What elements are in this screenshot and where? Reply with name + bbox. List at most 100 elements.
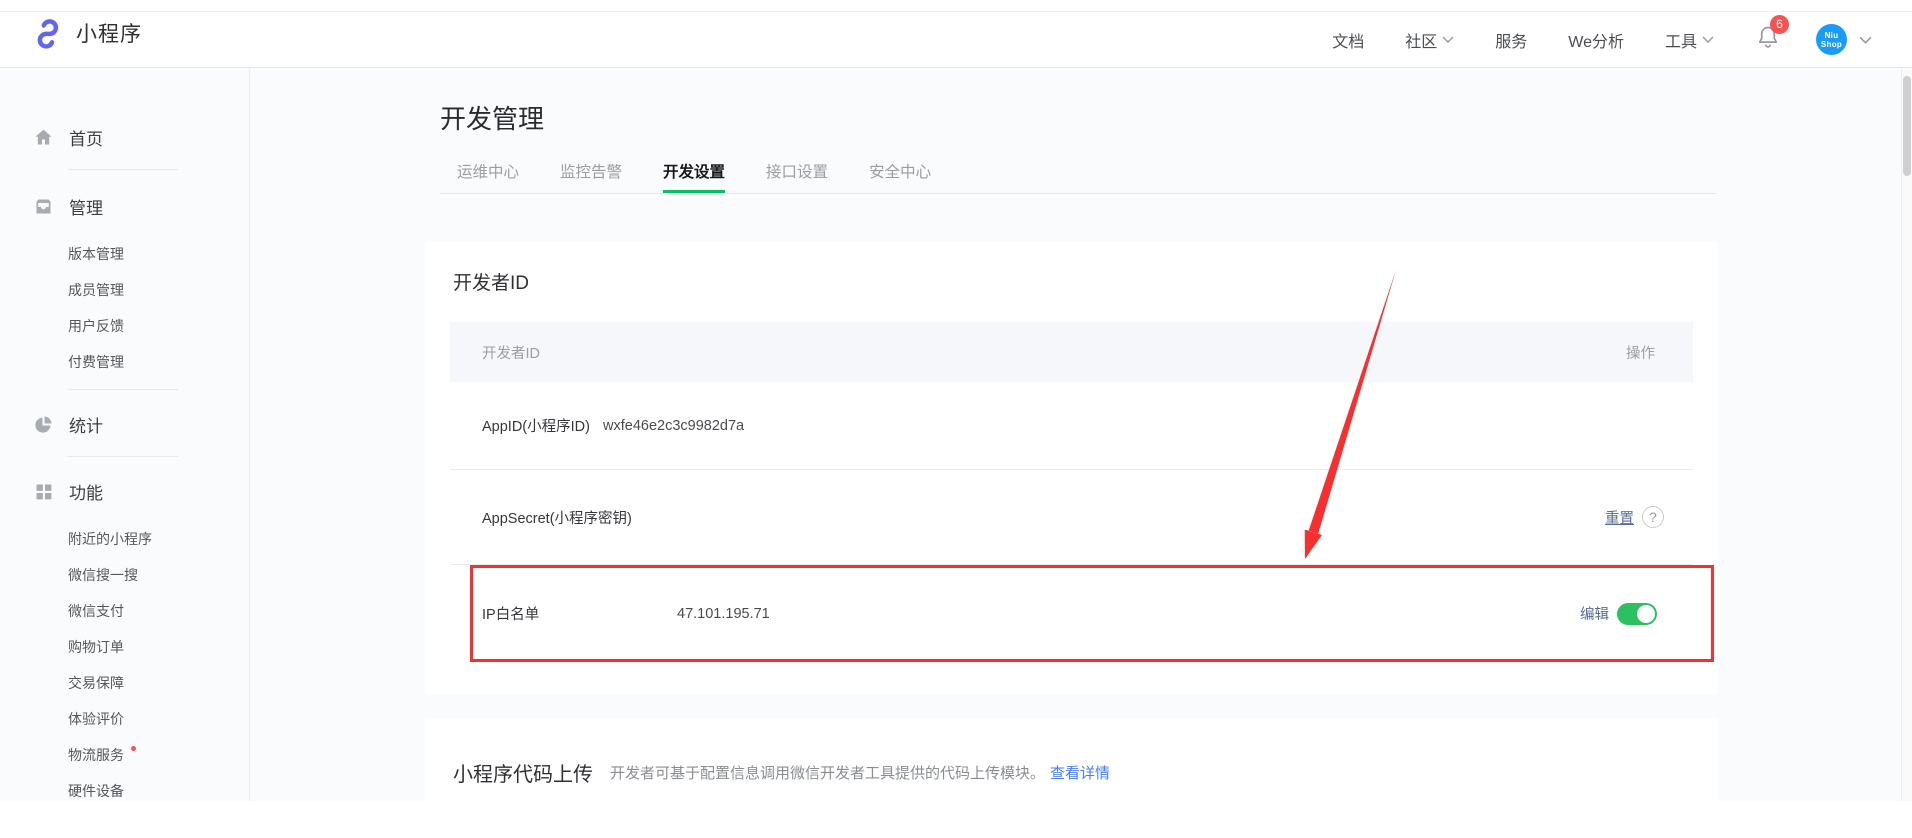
page-title: 开发管理 bbox=[440, 99, 544, 136]
sidebar-item-label: 管理 bbox=[69, 194, 103, 219]
tray-icon bbox=[33, 196, 54, 217]
code-upload-card: 小程序代码上传 开发者可基于配置信息调用微信开发者工具提供的代码上传模块。 查看… bbox=[425, 718, 1718, 838]
toggle-knob bbox=[1637, 605, 1655, 623]
table-header-row: 开发者ID 操作 bbox=[450, 322, 1693, 382]
edit-ip-whitelist-button[interactable]: 编辑 bbox=[1580, 603, 1609, 624]
table-header-action: 操作 bbox=[1626, 342, 1655, 363]
page: 小程序 文档 社区 服务 We分析 工具 bbox=[0, 0, 1912, 801]
sidebar-item-user-feedback[interactable]: 用户反馈 bbox=[0, 308, 249, 344]
chevron-down-icon bbox=[1859, 36, 1872, 44]
notification-bell-button[interactable]: 6 bbox=[1755, 24, 1781, 55]
sidebar-item-home[interactable]: 首页 bbox=[0, 123, 249, 151]
tab-monitoring-alerts[interactable]: 监控告警 bbox=[560, 160, 622, 193]
sidebar-item-label: 功能 bbox=[69, 479, 103, 504]
divider bbox=[68, 456, 178, 457]
avatar: Niu Shop bbox=[1816, 24, 1847, 55]
section-title-developer-id: 开发者ID bbox=[425, 242, 1718, 295]
avatar-line2: Shop bbox=[1821, 40, 1842, 49]
sidebar-item-label: 统计 bbox=[69, 412, 103, 437]
chevron-down-icon bbox=[1442, 36, 1454, 43]
features-submenu: 附近的小程序 微信搜一搜 微信支付 购物订单 交易保障 体验评价 物流服务 硬件… bbox=[0, 521, 249, 809]
nav-tools[interactable]: 工具 bbox=[1665, 28, 1714, 52]
management-submenu: 版本管理 成员管理 用户反馈 付费管理 bbox=[0, 236, 249, 380]
account-menu[interactable]: Niu Shop bbox=[1816, 24, 1872, 55]
sidebar-subitem-label: 硬件设备 bbox=[68, 783, 124, 799]
sidebar-subitem-label: 物流服务 bbox=[68, 747, 124, 763]
sidebar-subitem-label: 用户反馈 bbox=[68, 318, 124, 334]
tab-security-center[interactable]: 安全中心 bbox=[869, 160, 931, 193]
sidebar-item-hardware-devices[interactable]: 硬件设备 bbox=[0, 773, 249, 809]
ip-whitelist-toggle[interactable] bbox=[1617, 603, 1657, 625]
sidebar-subitem-label: 微信支付 bbox=[68, 603, 124, 619]
grid-icon bbox=[33, 481, 54, 502]
scrollbar-thumb[interactable] bbox=[1903, 76, 1911, 176]
logo-text: 小程序 bbox=[76, 18, 142, 48]
sidebar-subitem-label: 成员管理 bbox=[68, 282, 124, 298]
nav-community[interactable]: 社区 bbox=[1405, 28, 1454, 52]
nav-community-label: 社区 bbox=[1405, 28, 1437, 52]
section-title-code-upload: 小程序代码上传 bbox=[453, 758, 593, 787]
nav-we-analysis[interactable]: We分析 bbox=[1568, 28, 1624, 52]
table-row-ip-whitelist: IP白名单 47.101.195.71 编辑 bbox=[450, 565, 1693, 662]
nav-tools-label: 工具 bbox=[1665, 28, 1697, 52]
sidebar-item-management[interactable]: 管理 bbox=[0, 192, 249, 220]
mini-program-logo-icon bbox=[30, 16, 64, 50]
sidebar-subitem-label: 交易保障 bbox=[68, 675, 124, 691]
sidebar-item-nearby-miniprogram[interactable]: 附近的小程序 bbox=[0, 521, 249, 557]
nav-docs-label: 文档 bbox=[1332, 28, 1364, 52]
table-row-appsecret: AppSecret(小程序密钥) 重置 ? bbox=[450, 470, 1693, 565]
appid-label: AppID(小程序ID) bbox=[482, 415, 603, 436]
ip-whitelist-value: 47.101.195.71 bbox=[677, 606, 770, 622]
sidebar-item-wechat-pay[interactable]: 微信支付 bbox=[0, 593, 249, 629]
sidebar-item-wechat-search[interactable]: 微信搜一搜 bbox=[0, 557, 249, 593]
code-upload-row: 小程序代码上传 开发者可基于配置信息调用微信开发者工具提供的代码上传模块。 查看… bbox=[425, 718, 1718, 787]
mini-program-logo[interactable]: 小程序 bbox=[30, 16, 142, 50]
view-details-link[interactable]: 查看详情 bbox=[1050, 762, 1110, 783]
tab-api-settings[interactable]: 接口设置 bbox=[766, 160, 828, 193]
chevron-down-icon bbox=[1702, 36, 1714, 43]
reset-appsecret-button[interactable]: 重置 bbox=[1605, 507, 1634, 528]
sidebar-item-shopping-orders[interactable]: 购物订单 bbox=[0, 629, 249, 665]
sidebar-item-experience-rating[interactable]: 体验评价 bbox=[0, 701, 249, 737]
top-bar: 小程序 文档 社区 服务 We分析 工具 bbox=[0, 0, 1912, 68]
developer-id-card: 开发者ID 开发者ID 操作 AppID(小程序ID) wxfe46e2c3c9… bbox=[425, 242, 1718, 694]
top-nav: 文档 社区 服务 We分析 工具 bbox=[1332, 11, 1872, 68]
sidebar-subitem-label: 附近的小程序 bbox=[68, 531, 152, 547]
tab-bar: 运维中心 监控告警 开发设置 接口设置 安全中心 bbox=[457, 160, 931, 193]
sidebar-item-logistics-service[interactable]: 物流服务 bbox=[0, 737, 249, 773]
tab-bar-divider bbox=[440, 193, 1716, 194]
tab-operations-center[interactable]: 运维中心 bbox=[457, 160, 519, 193]
sidebar: 首页 管理 版本管理 成员管理 用户反馈 付费管理 统计 bbox=[0, 68, 250, 801]
ip-whitelist-label: IP白名单 bbox=[482, 603, 677, 624]
red-dot-badge bbox=[131, 746, 136, 751]
tab-development-settings[interactable]: 开发设置 bbox=[663, 160, 725, 193]
sidebar-subitem-label: 体验评价 bbox=[68, 711, 124, 727]
avatar-line1: Niu bbox=[1825, 31, 1839, 40]
notification-badge: 6 bbox=[1770, 15, 1789, 34]
nav-services[interactable]: 服务 bbox=[1495, 28, 1527, 52]
nav-docs[interactable]: 文档 bbox=[1332, 28, 1364, 52]
divider bbox=[68, 169, 178, 170]
appsecret-label: AppSecret(小程序密钥) bbox=[482, 507, 632, 528]
divider bbox=[68, 389, 178, 390]
sidebar-item-member-management[interactable]: 成员管理 bbox=[0, 272, 249, 308]
home-icon bbox=[33, 127, 54, 148]
sidebar-item-transaction-guarantee[interactable]: 交易保障 bbox=[0, 665, 249, 701]
sidebar-item-label: 首页 bbox=[69, 125, 103, 150]
table-row-appid: AppID(小程序ID) wxfe46e2c3c9982d7a bbox=[450, 382, 1693, 470]
pie-chart-icon bbox=[33, 414, 54, 435]
nav-we-analysis-label: We分析 bbox=[1568, 28, 1624, 52]
developer-id-table: 开发者ID 操作 AppID(小程序ID) wxfe46e2c3c9982d7a… bbox=[450, 322, 1693, 662]
sidebar-item-statistics[interactable]: 统计 bbox=[0, 410, 249, 438]
sidebar-subitem-label: 付费管理 bbox=[68, 354, 124, 370]
sidebar-item-version-management[interactable]: 版本管理 bbox=[0, 236, 249, 272]
table-header-name: 开发者ID bbox=[482, 342, 540, 363]
scrollbar-track[interactable] bbox=[1901, 68, 1912, 801]
help-question-icon[interactable]: ? bbox=[1642, 506, 1664, 528]
sidebar-item-paid-management[interactable]: 付费管理 bbox=[0, 344, 249, 380]
code-upload-description: 开发者可基于配置信息调用微信开发者工具提供的代码上传模块。 bbox=[610, 762, 1045, 783]
sidebar-item-features[interactable]: 功能 bbox=[0, 477, 249, 505]
appid-value: wxfe46e2c3c9982d7a bbox=[603, 418, 744, 434]
sidebar-subitem-label: 版本管理 bbox=[68, 246, 124, 262]
sidebar-subitem-label: 微信搜一搜 bbox=[68, 567, 138, 583]
